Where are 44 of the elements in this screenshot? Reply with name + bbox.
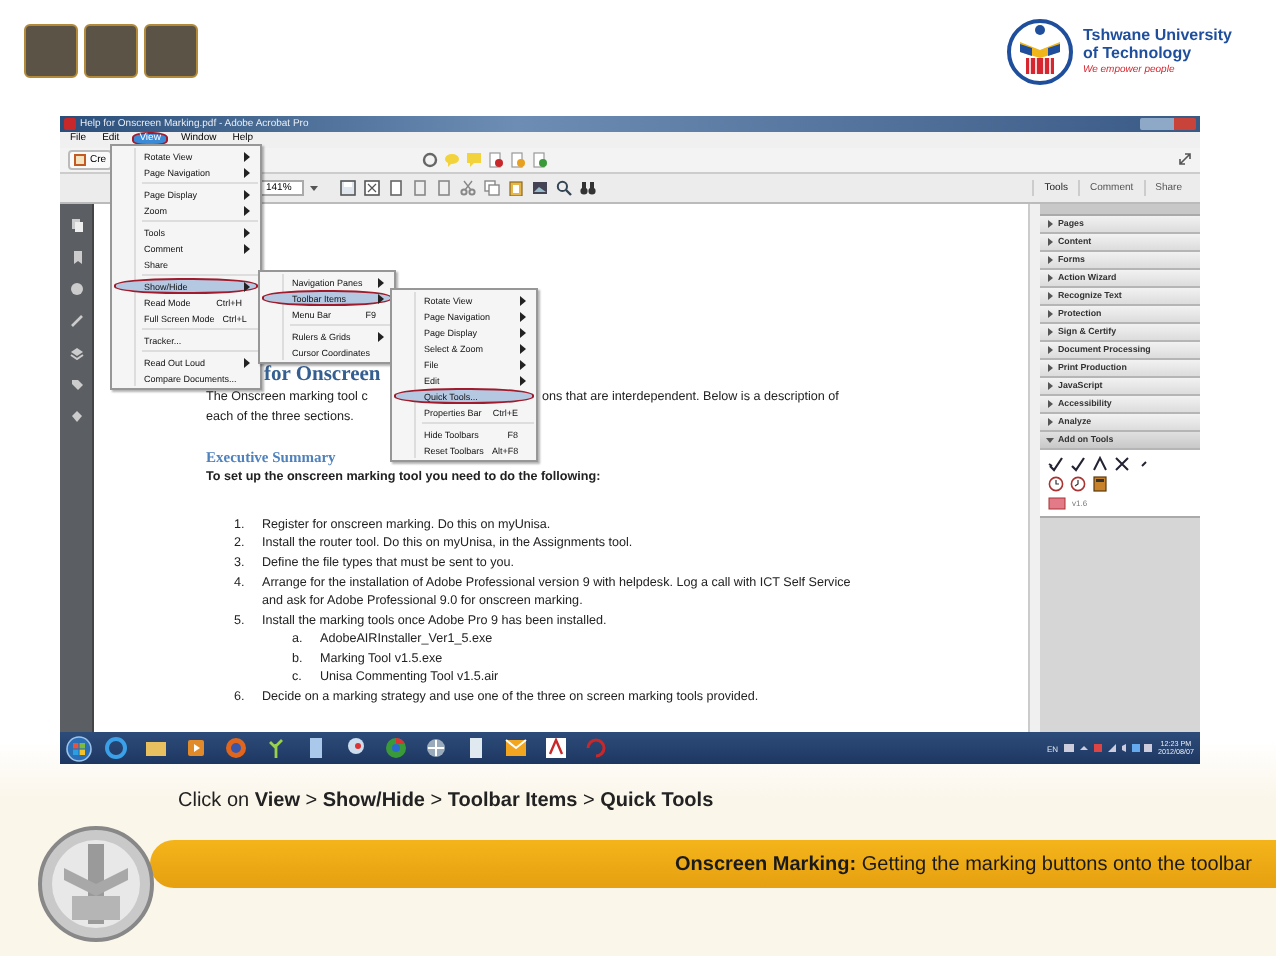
dropdown-arrow-icon[interactable]	[307, 181, 320, 194]
calculator-icon[interactable]	[1092, 475, 1108, 492]
browser-icon[interactable]	[103, 736, 127, 761]
document-heading: for Onscreen	[264, 363, 381, 388]
bookmark-icon[interactable]	[69, 249, 83, 264]
university-logo-icon	[1006, 18, 1075, 86]
checkmark-icon[interactable]	[1070, 455, 1086, 472]
create-icon	[74, 153, 86, 166]
caret-icon[interactable]	[1092, 455, 1108, 472]
photo-placeholder	[144, 24, 198, 78]
start-button-icon[interactable]	[66, 735, 92, 762]
media-player-icon[interactable]	[183, 736, 207, 761]
pdf-icon[interactable]	[543, 736, 567, 761]
clock-icon[interactable]	[1048, 475, 1064, 492]
caret-down-icon	[1046, 435, 1054, 444]
checkmark-icon[interactable]	[1048, 455, 1064, 472]
pages-icon[interactable]	[69, 217, 83, 232]
clipboard-icon[interactable]	[507, 179, 524, 196]
instruction-text: Click on View > Show/Hide > Toolbar Items > Quick Tools	[178, 790, 716, 812]
banner-title: Onscreen Marking: Getting the marking buttons onto the toolbar	[675, 853, 1252, 875]
layers-icon[interactable]	[69, 345, 83, 360]
photo-placeholder	[24, 24, 78, 78]
binoculars-icon[interactable]	[579, 179, 596, 196]
copy-icon[interactable]	[483, 179, 500, 196]
globe-icon[interactable]	[223, 736, 247, 761]
clock-icon[interactable]	[1070, 475, 1086, 492]
emblem-drawing	[36, 824, 156, 944]
scissors-icon[interactable]	[459, 179, 476, 196]
plant-icon[interactable]	[263, 736, 287, 761]
window-controls[interactable]	[1140, 117, 1196, 130]
university-name: Tshwane University of Technology	[1082, 26, 1232, 62]
tags-icon[interactable]	[69, 377, 83, 392]
search-icon[interactable]	[555, 179, 572, 196]
mail-icon[interactable]	[503, 736, 527, 761]
expand-icon[interactable]	[1178, 152, 1192, 167]
app-icon	[64, 117, 76, 130]
cross-icon[interactable]	[1114, 455, 1130, 472]
tray-icons[interactable]	[1064, 742, 1152, 755]
document-icon[interactable]	[488, 151, 505, 168]
photo-placeholder	[84, 24, 138, 78]
fit-page-icon[interactable]	[363, 179, 380, 196]
save-icon[interactable]	[339, 179, 356, 196]
picture-icon[interactable]	[531, 179, 548, 196]
scrollbar[interactable]	[1028, 203, 1040, 733]
